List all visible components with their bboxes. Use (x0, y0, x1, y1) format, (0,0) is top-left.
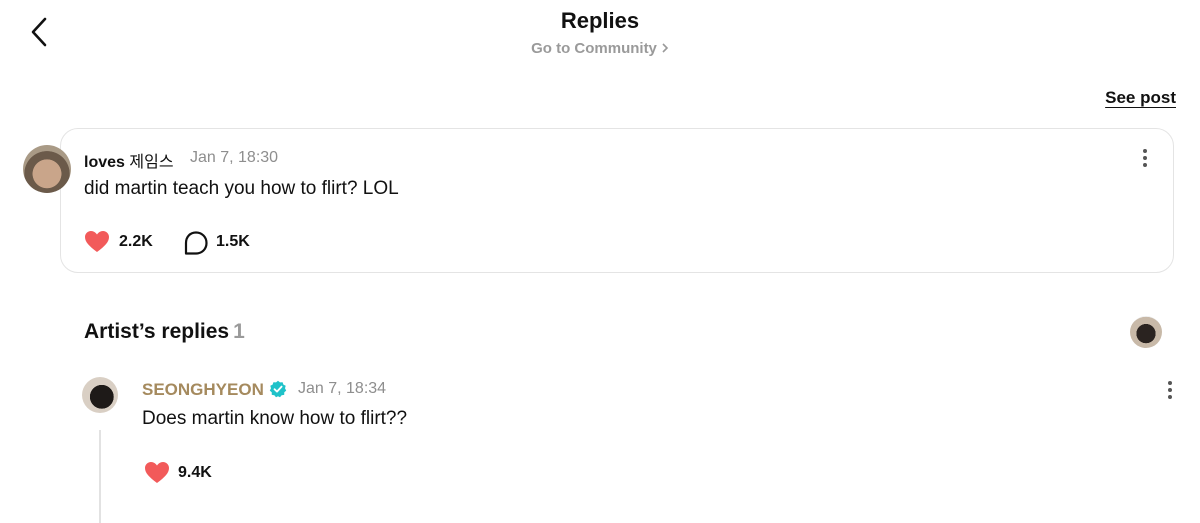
community-link-label: Go to Community (531, 40, 657, 57)
verified-badge-icon (269, 380, 287, 398)
heart-icon (84, 230, 110, 254)
post-like-button[interactable] (84, 230, 110, 254)
artist-replies-count: 1 (233, 320, 245, 343)
reply-text: Does martin know how to flirt?? (142, 408, 407, 430)
post-like-count: 2.2K (119, 233, 153, 251)
reply-timestamp: Jan 7, 18:34 (298, 380, 386, 398)
comment-bubble-icon (183, 230, 209, 256)
artist-replies-title: Artist’s replies1 (84, 320, 245, 344)
thread-line (99, 430, 101, 523)
post-author-name-kr: 제임스 (129, 154, 173, 171)
post-timestamp: Jan 7, 18:30 (190, 149, 278, 167)
see-post-link[interactable]: See post (1105, 88, 1176, 108)
post-comment-count: 1.5K (216, 233, 250, 251)
reply-more-button[interactable] (1160, 378, 1180, 402)
page-title: Replies (0, 8, 1200, 34)
post-text: did martin teach you how to flirt? LOL (84, 178, 399, 200)
post-author[interactable]: loves 제임스 (84, 148, 174, 172)
reply-author-name[interactable]: SEONGHYEON (142, 380, 264, 400)
post-more-button[interactable] (1135, 146, 1155, 170)
avatar[interactable] (23, 145, 71, 193)
go-to-community-link[interactable]: Go to Community (0, 40, 1200, 58)
artist-replies-label: Artist’s replies (84, 320, 229, 343)
post-comment-button[interactable] (183, 230, 209, 256)
reply-avatar[interactable] (82, 377, 118, 413)
artist-avatar[interactable] (1130, 316, 1162, 348)
heart-icon (144, 461, 170, 485)
reply-like-count: 9.4K (178, 464, 212, 482)
chevron-right-icon (661, 41, 669, 58)
post-author-name: loves (84, 154, 125, 171)
more-vertical-icon (1160, 378, 1180, 402)
more-vertical-icon (1135, 146, 1155, 170)
reply-like-button[interactable] (144, 461, 170, 485)
